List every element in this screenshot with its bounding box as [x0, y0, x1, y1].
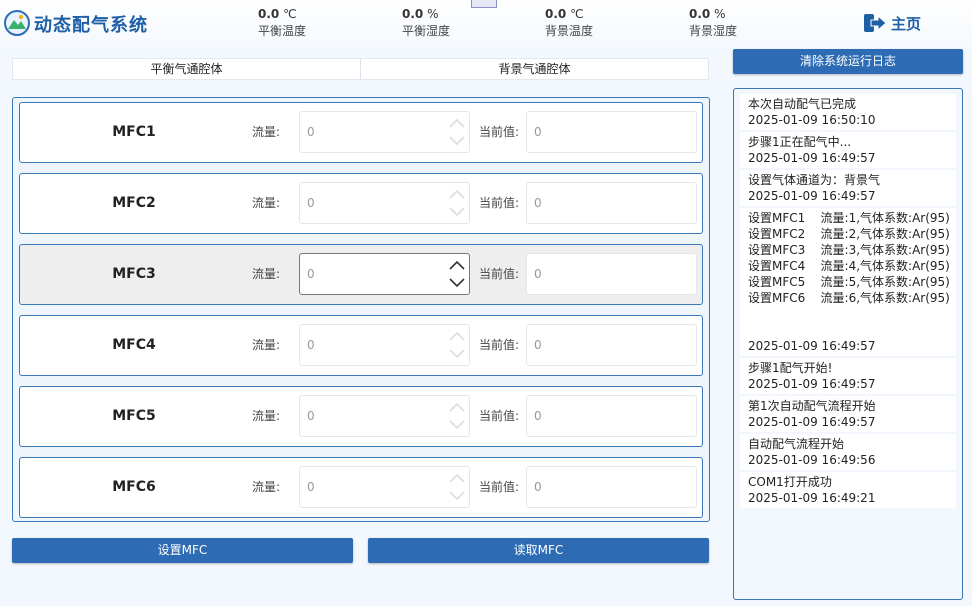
chevron-up-down-icon[interactable]: [447, 114, 467, 150]
log-item: 本次自动配气已完成 2025-01-09 16:50:10: [740, 94, 956, 130]
flow-label: 流量:: [252, 196, 281, 210]
log-item: 步骤1正在配气中... 2025-01-09 16:49:57: [740, 132, 956, 168]
read-mfc-button[interactable]: 读取MFC: [368, 538, 709, 563]
tab-balance-chamber[interactable]: 平衡气通腔体: [13, 59, 360, 79]
flow-label: 流量:: [252, 480, 281, 494]
current-label: 当前值:: [479, 196, 520, 210]
current-value: 0: [534, 267, 542, 281]
flow-value: 0: [307, 338, 315, 352]
current-label: 当前值:: [479, 338, 520, 352]
chevron-up-down-icon[interactable]: [447, 185, 467, 221]
log-item: 步骤1配气开始! 2025-01-09 16:49:57: [740, 358, 956, 394]
metric-unit: %: [714, 7, 726, 21]
mfc-row-1: MFC1 流量: 0 当前值: 0: [19, 102, 703, 163]
flow-value: 0: [307, 409, 315, 423]
mfc-name: MFC5: [112, 408, 156, 424]
log-item: COM1打开成功 2025-01-09 16:49:21: [740, 472, 956, 508]
mfc-row-5: MFC5 流量: 0 当前值: 0: [19, 386, 703, 447]
current-value: 0: [534, 338, 542, 352]
home-label: 主页: [891, 14, 922, 33]
flow-value: 0: [307, 480, 315, 494]
chevron-up-down-icon[interactable]: [447, 327, 467, 363]
current-value-field: 0: [526, 395, 697, 437]
metric-label: 平衡湿度: [402, 24, 451, 38]
chevron-up-down-icon[interactable]: [447, 398, 467, 434]
flow-input[interactable]: 0: [299, 324, 470, 366]
current-value-field: 0: [526, 111, 697, 153]
flow-label: 流量:: [252, 338, 281, 352]
metric-label: 背景湿度: [689, 24, 738, 38]
metric-label: 平衡温度: [258, 24, 307, 38]
flow-input[interactable]: 0: [299, 253, 470, 295]
metric-value: 0.0: [402, 7, 424, 21]
mfc-name: MFC6: [112, 479, 156, 495]
flow-input[interactable]: 0: [299, 395, 470, 437]
flow-input[interactable]: 0: [299, 111, 470, 153]
mfc-row-4: MFC4 流量: 0 当前值: 0: [19, 315, 703, 376]
log-item: 自动配气流程开始 2025-01-09 16:49:56: [740, 434, 956, 470]
current-value-field: 0: [526, 466, 697, 508]
set-mfc-button[interactable]: 设置MFC: [12, 538, 353, 563]
background-temperature-metric: 0.0 ℃ 背景温度: [545, 7, 593, 39]
flow-value: 0: [307, 267, 315, 281]
balance-temperature-metric: 0.0 ℃ 平衡温度: [258, 7, 306, 39]
metric-value: 0.0: [258, 7, 280, 21]
flow-label: 流量:: [252, 267, 281, 281]
mfc-name: MFC1: [112, 124, 156, 140]
home-button[interactable]: 主页: [863, 10, 921, 36]
mfc-row-6: MFC6 流量: 0 当前值: 0: [19, 457, 703, 518]
balance-humidity-metric: 0.0 % 平衡湿度: [402, 7, 450, 39]
drag-handle[interactable]: [471, 0, 497, 8]
metric-value: 0.0: [689, 7, 711, 21]
log-item: 第1次自动配气流程开始 2025-01-09 16:49:57: [740, 396, 956, 432]
metric-unit: ℃: [570, 7, 584, 21]
metric-unit: %: [427, 7, 439, 21]
current-value-field: 0: [526, 253, 697, 295]
log-item: 设置气体通道为：背景气 2025-01-09 16:49:57: [740, 170, 956, 206]
current-label: 当前值:: [479, 480, 520, 494]
mfc-panel: MFC1 流量: 0 当前值: 0 MFC2 流量: 0 当前值: 0 MFC3…: [12, 97, 710, 522]
current-label: 当前值:: [479, 125, 520, 139]
mfc-name: MFC4: [112, 337, 156, 353]
flow-label: 流量:: [252, 125, 281, 139]
current-value: 0: [534, 480, 542, 494]
flow-input[interactable]: 0: [299, 466, 470, 508]
clear-log-button[interactable]: 清除系统运行日志: [733, 49, 963, 74]
log-list: 本次自动配气已完成 2025-01-09 16:50:10 步骤1正在配气中..…: [740, 94, 956, 510]
channel-tabs: 平衡气通腔体 背景气通腔体: [12, 58, 709, 80]
current-value-field: 0: [526, 324, 697, 366]
flow-value: 0: [307, 196, 315, 210]
current-value: 0: [534, 125, 542, 139]
current-label: 当前值:: [479, 267, 520, 281]
mfc-name: MFC3: [112, 266, 156, 282]
chevron-up-down-icon[interactable]: [447, 469, 467, 505]
tab-background-chamber[interactable]: 背景气通腔体: [360, 59, 708, 79]
system-log-panel[interactable]: 本次自动配气已完成 2025-01-09 16:50:10 步骤1正在配气中..…: [733, 88, 963, 600]
log-item: 设置MFC1 流量:1,气体系数:Ar(95) 设置MFC2 流量:2,气体系数…: [740, 208, 956, 356]
current-value: 0: [534, 196, 542, 210]
flow-value: 0: [307, 125, 315, 139]
app-logo-icon: [4, 10, 30, 36]
metric-unit: ℃: [283, 7, 297, 21]
background-humidity-metric: 0.0 % 背景湿度: [689, 7, 737, 39]
chevron-up-down-icon[interactable]: [447, 256, 467, 292]
flow-label: 流量:: [252, 409, 281, 423]
flow-input[interactable]: 0: [299, 182, 470, 224]
current-value-field: 0: [526, 182, 697, 224]
current-value: 0: [534, 409, 542, 423]
mfc-row-3: MFC3 流量: 0 当前值: 0: [19, 244, 703, 305]
mfc-name: MFC2: [112, 195, 156, 211]
mfc-row-2: MFC2 流量: 0 当前值: 0: [19, 173, 703, 234]
header-bar: 动态配气系统 0.0 ℃ 平衡温度 0.0 % 平衡湿度 0.0 ℃ 背景温度 …: [0, 0, 972, 48]
metric-label: 背景温度: [545, 24, 594, 38]
metric-value: 0.0: [545, 7, 567, 21]
current-label: 当前值:: [479, 409, 520, 423]
app-title: 动态配气系统: [34, 15, 148, 36]
exit-arrow-icon: [864, 14, 887, 32]
